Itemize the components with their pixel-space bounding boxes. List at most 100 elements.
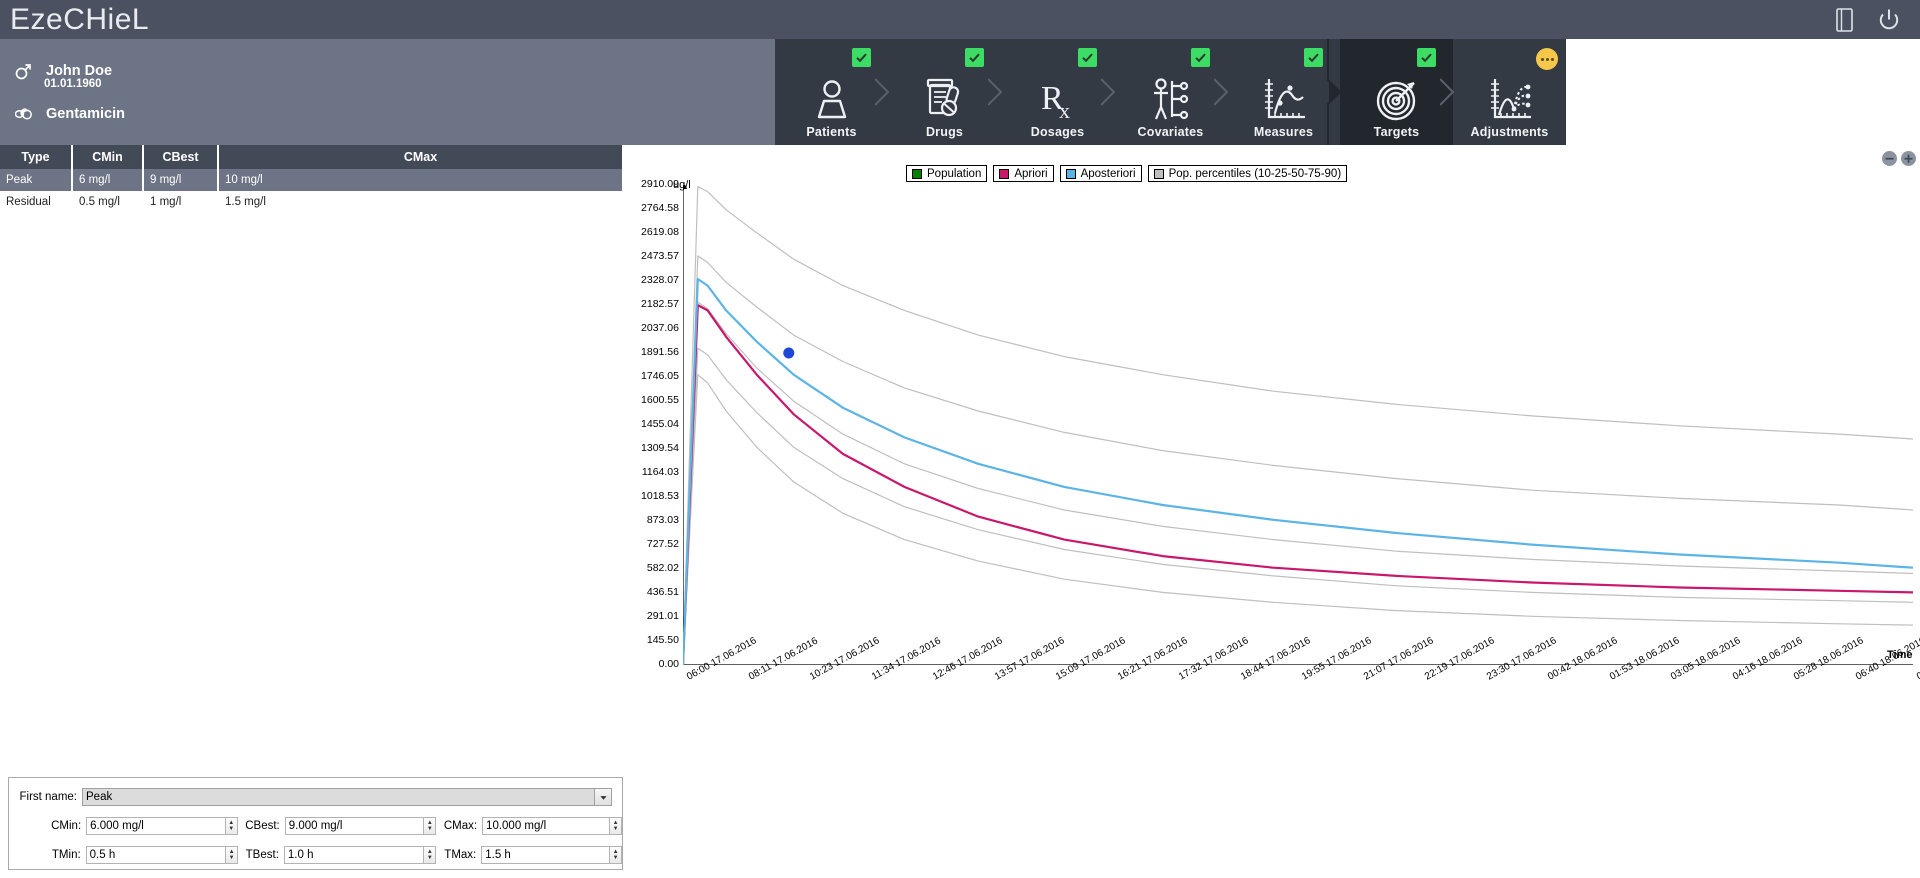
tab-separator-icon	[1101, 39, 1115, 145]
legend-swatch	[999, 168, 1010, 179]
first-name-row: First name: Peak	[9, 785, 622, 809]
remove-target-button[interactable]	[1882, 151, 1897, 166]
nav-tab-label: Patients	[806, 125, 857, 139]
nav-tab-patients[interactable]: Patients	[775, 39, 889, 145]
title-bar: EzeCHieL	[0, 0, 1920, 39]
patient-summary: John Doe 01.01.1960 Gentamicin	[0, 39, 775, 145]
legend-swatch	[912, 168, 922, 179]
field-input-tmax[interactable]: 1.5 h	[481, 846, 611, 864]
targets-panel: Type CMin CBest CMax Peak 6 mg/l 9 mg/l 10 mg/…	[0, 145, 624, 878]
field-label: TMax:	[444, 849, 477, 861]
field-input-tbest[interactable]: 1.0 h	[283, 846, 425, 864]
field-input-tmin[interactable]: 0.5 h	[85, 846, 227, 864]
chart-legend: Population Apriori Aposteriori Pop. percent…	[906, 165, 1348, 182]
column-header-cmax[interactable]: CMax	[218, 145, 624, 169]
targets-table: Type CMin CBest CMax Peak 6 mg/l 9 mg/l 10 mg/…	[0, 145, 624, 213]
app-logo: EzeCHieL	[10, 2, 150, 36]
body-chart-icon	[1148, 75, 1194, 123]
column-header-cbest[interactable]: CBest	[143, 145, 219, 169]
tab-status-check-icon	[1304, 48, 1323, 67]
chevron-down-icon[interactable]	[595, 788, 612, 806]
spinner-cbest[interactable]: ▲ ▼	[424, 817, 437, 835]
first-name-input[interactable]: Peak	[82, 788, 595, 806]
concentration-chart: Population Apriori Aposteriori Pop. percent…	[623, 145, 1920, 878]
table-cell: Peak	[0, 169, 73, 191]
legend-item-aposteriori[interactable]: Aposteriori	[1059, 165, 1142, 182]
tab-status-check-icon	[1078, 48, 1097, 67]
curve-dots-icon	[1261, 75, 1307, 123]
tab-separator-icon	[1440, 39, 1454, 145]
pill-icon	[14, 104, 32, 124]
field-input-cmin[interactable]: 6.000 mg/l	[86, 817, 226, 835]
column-header-type[interactable]: Type	[0, 145, 73, 169]
nav-tab-targets[interactable]: Targets	[1340, 39, 1454, 145]
tab-status-check-icon	[852, 48, 871, 67]
tab-separator-icon	[988, 39, 1002, 145]
table-row[interactable]: Residual 0.5 mg/l 1 mg/l 1.5 mg/l	[0, 191, 624, 213]
field-label: CBest:	[245, 820, 280, 832]
nav-tab-label: Dosages	[1030, 125, 1085, 139]
y-tick-label: 1746.05	[641, 370, 679, 382]
power-icon[interactable]	[1876, 7, 1902, 33]
window-controls	[1832, 7, 1920, 33]
spinner-tmin[interactable]: ▲ ▼	[226, 846, 238, 864]
patient-drug: Gentamicin	[46, 106, 125, 122]
measure-point[interactable]	[783, 347, 795, 359]
nav-tab-covariates[interactable]: Covariates	[1114, 39, 1228, 145]
table-tools	[1882, 151, 1916, 166]
nav-tab-dosages[interactable]: Rx Dosages	[1001, 39, 1115, 145]
nav-tab-label: Drugs	[925, 125, 964, 139]
plot-area	[683, 185, 1913, 665]
y-tick-label: 0.00	[658, 658, 679, 670]
patient-name: John Doe	[46, 63, 113, 79]
add-target-button[interactable]	[1901, 151, 1916, 166]
table-cell: 1 mg/l	[143, 191, 219, 213]
table-cell: 0.5 mg/l	[72, 191, 144, 213]
spinner-tmax[interactable]: ▲ ▼	[610, 846, 622, 864]
male-gender-icon	[15, 61, 32, 81]
table-cell: 10 mg/l	[218, 169, 624, 191]
tab-status-check-icon	[1191, 48, 1210, 67]
report-icon[interactable]	[1832, 7, 1858, 33]
field-input-cbest[interactable]: 9.000 mg/l	[284, 817, 425, 835]
legend-label: Aposteriori	[1080, 167, 1136, 180]
y-tick-label: 1600.55	[641, 393, 679, 406]
nav-tab-adjustments[interactable]: Adjustments	[1453, 39, 1566, 145]
spinner-cmax[interactable]: ▲ ▼	[610, 817, 622, 835]
table-row[interactable]: Peak 6 mg/l 9 mg/l 10 mg/l	[0, 169, 624, 191]
y-tick-label: 873.03	[646, 513, 679, 526]
tab-separator-icon	[875, 39, 889, 145]
nav-tab-drugs[interactable]: Drugs	[888, 39, 1002, 145]
nav-tab-measures[interactable]: Measures	[1227, 39, 1341, 145]
adjust-curve-icon	[1487, 75, 1533, 123]
y-tick-label: 436.51	[646, 586, 679, 598]
y-tick-label: 582.02	[646, 561, 679, 574]
legend-item-apriori[interactable]: Apriori	[993, 165, 1054, 182]
table-cell: 6 mg/l	[72, 169, 144, 191]
y-tick-label: 1891.56	[641, 345, 679, 358]
tab-status-dots-icon	[1536, 48, 1558, 70]
legend-label: Population	[927, 167, 982, 180]
spinner-tbest[interactable]: ▲ ▼	[424, 846, 437, 864]
spinner-cmin[interactable]: ▲ ▼	[225, 817, 238, 835]
table-cell: 1.5 mg/l	[218, 191, 624, 213]
patient-birthdate: 01.01.1960	[44, 78, 102, 90]
y-tick-label: 2037.06	[641, 322, 679, 334]
y-tick-label: 1164.03	[641, 466, 679, 478]
nav-tab-label: Covariates	[1137, 125, 1204, 139]
field-input-cmax[interactable]: 10.000 mg/l	[482, 817, 611, 835]
first-name-label: First name:	[19, 791, 77, 803]
y-tick-label: 2473.57	[641, 250, 679, 262]
y-tick-label: 1309.54	[641, 442, 679, 454]
legend-item-population[interactable]: Population	[906, 165, 988, 182]
nav-tab-label: Targets	[1373, 125, 1420, 139]
legend-item-pop[interactable]: Pop. percentiles (10-25-50-75-90)	[1147, 165, 1348, 182]
t-values-row: TMin: 0.5 h ▲ ▼ TBest: 1.0 h ▲ ▼ TMax: 1.5 h ▲ ▼	[9, 843, 622, 867]
field-label: TBest:	[245, 849, 279, 861]
y-tick-label: 727.52	[646, 538, 679, 550]
table-cell: 9 mg/l	[143, 169, 219, 191]
column-header-cmin[interactable]: CMin	[72, 145, 144, 169]
target-icon	[1374, 75, 1420, 123]
legend-swatch	[1153, 168, 1164, 179]
y-tick-label: 2910.09	[641, 178, 679, 190]
